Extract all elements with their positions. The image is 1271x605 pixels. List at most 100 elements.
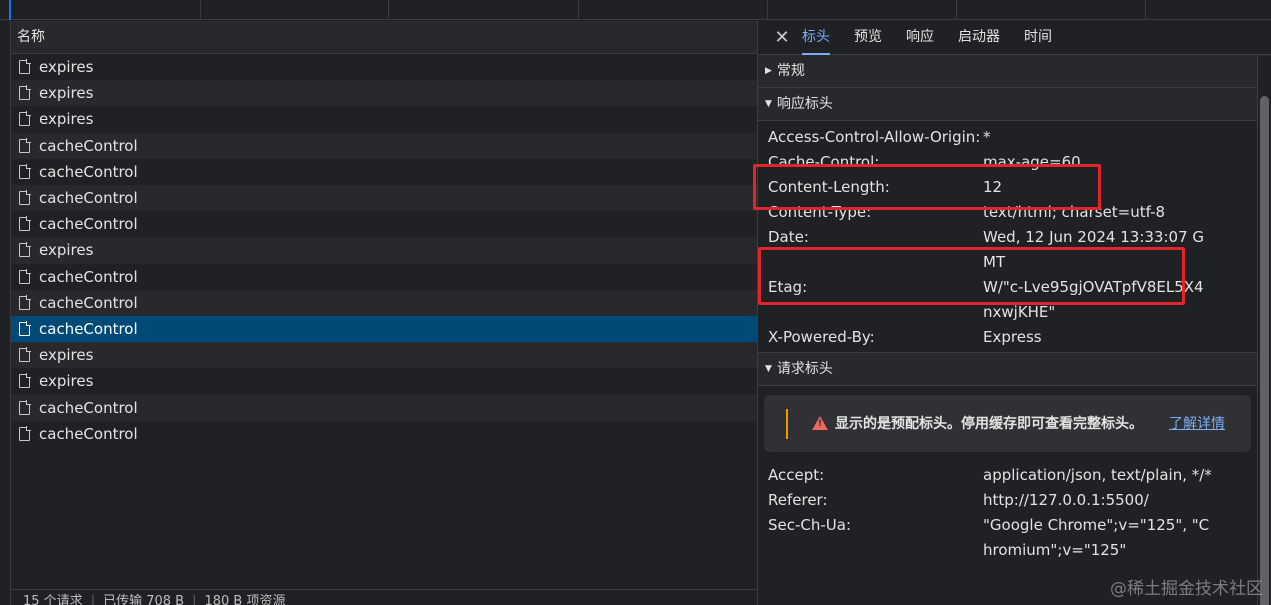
request-name: expires [39, 110, 94, 129]
request-row[interactable]: expires [11, 106, 757, 132]
document-icon [19, 268, 31, 284]
header-key: Content-Length: [768, 178, 890, 196]
header-row: Access-Control-Allow-Origin: * [768, 125, 1271, 150]
request-name: expires [39, 346, 94, 365]
transferred-size: 已传输 708 B [103, 594, 185, 605]
tab-headers[interactable]: 标头 [802, 21, 830, 55]
header-row: Content-Type: text/html; charset=utf-8 [768, 200, 1271, 225]
header-key: X-Powered-By: [768, 328, 875, 346]
header-row: Accept: application/json, text/plain, */* [768, 463, 1271, 488]
timeline-gridline [1145, 0, 1146, 20]
request-rows: expires expires expires cacheControl cacheCo… [11, 54, 757, 447]
header-key: Etag: [768, 278, 808, 296]
request-row[interactable]: cacheControl [11, 159, 757, 185]
request-count: 15 个请求 [23, 594, 83, 605]
close-icon[interactable]: ✕ [772, 27, 792, 48]
document-icon [19, 163, 31, 179]
document-icon [19, 399, 31, 415]
request-row[interactable]: expires [11, 80, 757, 107]
header-key: Date: [768, 228, 809, 246]
timeline-cursor [9, 0, 11, 20]
request-name: cacheControl [39, 136, 138, 155]
header-value[interactable]: application/json, text/plain, */* [983, 463, 1213, 488]
header-value[interactable]: W/"c-Lve95gjOVATpfV8EL5X4nxwjKHE" [983, 275, 1213, 325]
request-name: cacheControl [39, 189, 138, 208]
request-row[interactable]: cacheControl [11, 289, 757, 316]
header-value[interactable]: Wed, 12 Jun 2024 13:33:07 GMT [983, 225, 1213, 275]
request-row[interactable]: cacheControl [11, 315, 757, 343]
request-row[interactable]: cacheControl [11, 264, 757, 290]
document-icon [19, 294, 31, 310]
document-icon [19, 373, 31, 389]
header-value[interactable]: max-age=60 [983, 150, 1213, 175]
header-row: Cache-Control: max-age=60 [768, 150, 1271, 175]
section-request-headers[interactable]: ▼ 请求标头 [758, 353, 1271, 386]
header-row: X-Powered-By: Express [768, 325, 1271, 350]
details-panel: ✕ 标头 预览 响应 启动器 时间 ▶ 常规 ▼ 响应标头 Access-Contr… [757, 21, 1271, 605]
header-value[interactable]: "Google Chrome";v="125", "Chromium";v="1… [983, 513, 1213, 563]
document-icon [19, 111, 31, 127]
tab-initiator[interactable]: 启动器 [958, 21, 1000, 55]
learn-more-link[interactable]: 了解详情 [1169, 413, 1225, 433]
request-name: cacheControl [39, 293, 138, 312]
header-key: Access-Control-Allow-Origin: [768, 128, 981, 146]
tab-response[interactable]: 响应 [906, 21, 934, 55]
scrollbar[interactable] [1257, 56, 1271, 605]
header-key: Sec-Ch-Ua: [768, 516, 852, 534]
header-key: Content-Type: [768, 203, 872, 221]
warning-accent-bar [786, 409, 788, 439]
header-row: Date: Wed, 12 Jun 2024 13:33:07 GMT [768, 225, 1271, 275]
tab-preview[interactable]: 预览 [854, 21, 882, 55]
timeline-overview[interactable] [0, 0, 1271, 20]
scrollbar-thumb[interactable] [1260, 96, 1269, 605]
section-general-label: 常规 [776, 63, 805, 79]
header-key: Accept: [768, 466, 825, 484]
collapse-arrow-icon: ▼ [765, 99, 772, 109]
document-icon [19, 320, 31, 336]
timeline-gridline [200, 0, 201, 20]
request-row[interactable]: expires [11, 54, 757, 80]
header-value[interactable]: Express [983, 325, 1213, 350]
request-name: cacheControl [39, 398, 138, 417]
request-row[interactable]: cacheControl [11, 184, 757, 212]
request-row[interactable]: expires [11, 342, 757, 369]
request-name: cacheControl [39, 267, 138, 286]
header-row: Etag: W/"c-Lve95gjOVATpfV8EL5X4nxwjKHE" [768, 275, 1271, 325]
request-row[interactable]: expires [11, 368, 757, 394]
section-general[interactable]: ▶ 常规 [758, 55, 1271, 88]
request-row[interactable]: cacheControl [11, 132, 757, 159]
request-headers-table: Accept: application/json, text/plain, */*… [758, 459, 1271, 563]
section-request-headers-label: 请求标头 [776, 361, 833, 377]
header-value[interactable]: * [983, 125, 1213, 150]
document-icon [19, 190, 31, 206]
collapse-arrow-icon: ▼ [765, 364, 772, 374]
tab-timing[interactable]: 时间 [1024, 21, 1052, 55]
request-row[interactable]: cacheControl [11, 394, 757, 421]
section-response-headers[interactable]: ▼ 响应标头 [758, 88, 1271, 121]
header-value[interactable]: http://127.0.0.1:5500/ [983, 488, 1213, 513]
document-icon [19, 242, 31, 258]
column-header-name[interactable]: 名称 [11, 21, 757, 54]
request-name: expires [39, 84, 94, 103]
timeline-gridline [956, 0, 957, 20]
provisional-headers-warning: 显示的是预配标头。停用缓存即可查看完整标头。 了解详情 [764, 395, 1251, 452]
status-bar: 15 个请求 | 已传输 708 B | 180 B 项资源 [11, 589, 758, 605]
request-name: cacheControl [39, 424, 138, 443]
document-icon [19, 137, 31, 153]
request-row[interactable]: cacheControl [11, 421, 757, 447]
request-name: expires [39, 58, 94, 77]
header-row: Content-Length: 12 [768, 175, 1271, 200]
header-value[interactable]: 12 [983, 175, 1213, 200]
expand-arrow-icon: ▶ [765, 66, 772, 76]
request-row[interactable]: expires [11, 237, 757, 264]
response-headers-table: Access-Control-Allow-Origin: * Cache-Contr… [758, 121, 1271, 353]
watermark: @稀土掘金技术社区 [1110, 579, 1263, 599]
request-name: cacheControl [39, 162, 138, 181]
request-row[interactable]: cacheControl [11, 211, 757, 237]
header-value[interactable]: text/html; charset=utf-8 [983, 200, 1213, 225]
request-name: cacheControl [39, 319, 138, 338]
header-key: Cache-Control: [768, 153, 880, 171]
document-icon [19, 425, 31, 441]
request-name: expires [39, 372, 94, 391]
resources-size: 180 B 项资源 [204, 594, 286, 605]
